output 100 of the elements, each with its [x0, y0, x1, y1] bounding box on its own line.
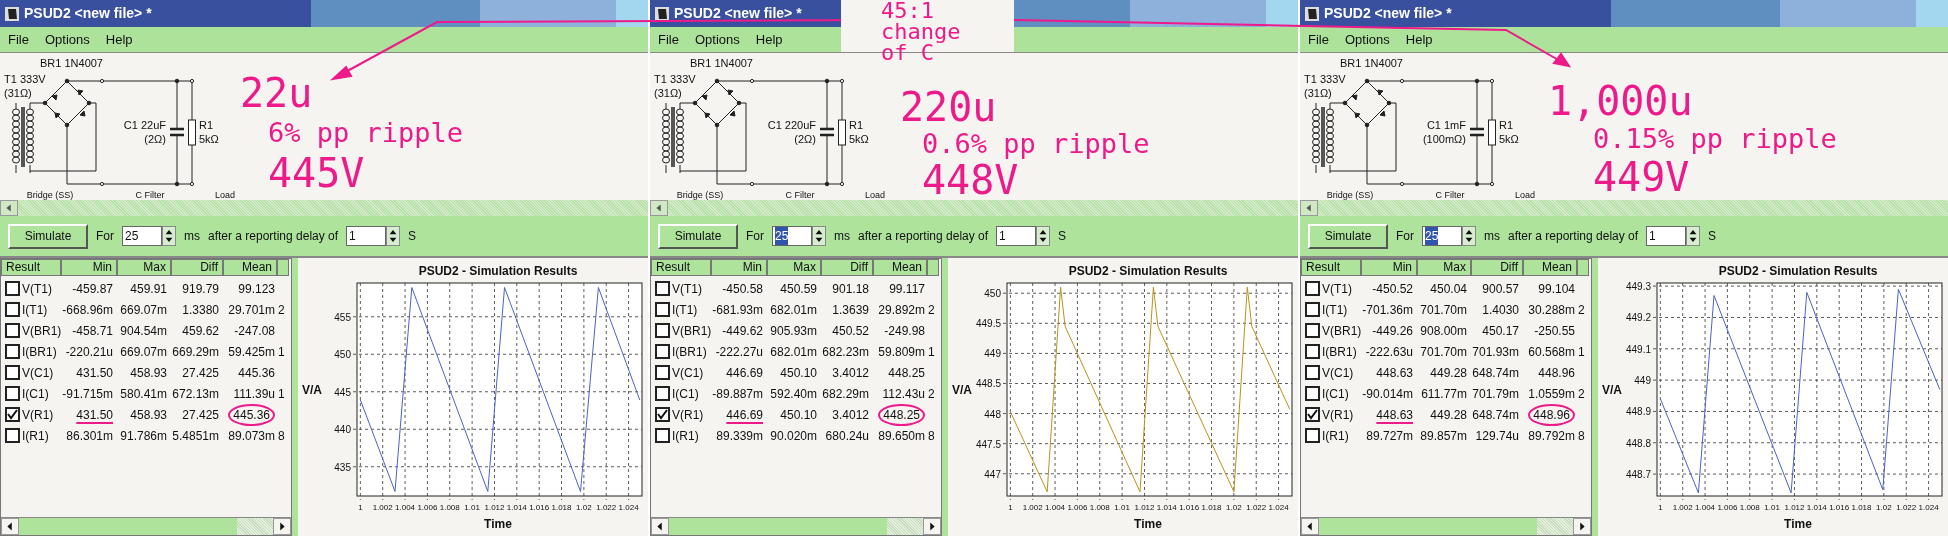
checkbox[interactable]: [1305, 428, 1320, 443]
scroll-left-button[interactable]: [1, 518, 19, 535]
checkbox[interactable]: [1305, 407, 1320, 422]
column-header[interactable]: Diff: [821, 259, 873, 276]
column-header[interactable]: Diff: [171, 259, 223, 276]
checkbox[interactable]: [655, 302, 670, 317]
simulate-button[interactable]: Simulate: [1308, 223, 1388, 249]
checkbox[interactable]: [655, 365, 670, 380]
table-cell: 1.3380: [182, 302, 219, 317]
checkbox[interactable]: [5, 302, 20, 317]
junction-dot: [1474, 181, 1480, 187]
menu-item[interactable]: File: [8, 29, 29, 50]
horizontal-scrollbar[interactable]: [1, 517, 291, 535]
x-tick-label: 1.02: [576, 503, 592, 512]
checkbox[interactable]: [5, 386, 20, 401]
spin-button[interactable]: [386, 226, 401, 246]
menu-item[interactable]: Help: [1405, 29, 1433, 50]
junction-dot: [174, 78, 180, 84]
table-cell: 2: [1578, 302, 1585, 317]
column-header[interactable]: [1577, 259, 1589, 276]
checkbox[interactable]: [655, 281, 670, 296]
spin-button[interactable]: [162, 226, 176, 246]
scroll-left-button[interactable]: [1301, 518, 1319, 535]
horizontal-scrollbar[interactable]: [1301, 517, 1591, 535]
column-header[interactable]: Max: [117, 259, 171, 276]
column-header[interactable]: Mean: [1523, 259, 1577, 276]
scroll-right-button[interactable]: [923, 518, 941, 535]
spin-button[interactable]: [1036, 226, 1051, 246]
column-header[interactable]: [277, 259, 289, 276]
column-header[interactable]: Result: [651, 259, 711, 276]
scrollbar-thumb[interactable]: [1537, 518, 1573, 535]
duration-field[interactable]: 25: [1422, 226, 1462, 246]
column-header[interactable]: [927, 259, 939, 276]
checkbox[interactable]: [655, 386, 670, 401]
delay-field[interactable]: 1: [996, 226, 1037, 246]
column-header[interactable]: Result: [1, 259, 61, 276]
scroll-right-button[interactable]: [1573, 518, 1591, 535]
checkbox[interactable]: [655, 407, 670, 422]
checkbox[interactable]: [1305, 344, 1320, 359]
column-header[interactable]: Max: [767, 259, 821, 276]
simulate-button[interactable]: Simulate: [8, 223, 88, 249]
checkbox[interactable]: [5, 428, 20, 443]
checkbox[interactable]: [5, 407, 20, 422]
horizontal-scrollbar[interactable]: [1300, 200, 1948, 216]
checkbox[interactable]: [655, 344, 670, 359]
resistor-value: 5kΩ: [1499, 133, 1519, 145]
column-header[interactable]: Min: [61, 259, 117, 276]
duration-field[interactable]: 25: [772, 226, 812, 246]
spin-button[interactable]: [1462, 226, 1476, 246]
table-cell: 91.786m: [120, 428, 167, 443]
delay-field[interactable]: 1: [346, 226, 387, 246]
column-header[interactable]: Mean: [223, 259, 277, 276]
ripple-label: 0.15% pp ripple: [1593, 125, 1837, 152]
spin-button[interactable]: [812, 226, 826, 246]
table-cell: -89.887m: [712, 386, 763, 401]
unit-label: ms: [184, 228, 200, 245]
scrollbar-thumb[interactable]: [887, 518, 923, 535]
checkbox[interactable]: [5, 344, 20, 359]
x-axis-label: Time: [1784, 517, 1812, 531]
checkbox[interactable]: [1305, 281, 1320, 296]
column-header[interactable]: Min: [1361, 259, 1417, 276]
menu-item[interactable]: Options: [694, 29, 740, 50]
checkbox[interactable]: [5, 365, 20, 380]
horizontal-scrollbar[interactable]: [0, 200, 648, 216]
column-header[interactable]: Max: [1417, 259, 1471, 276]
column-header[interactable]: Result: [1301, 259, 1361, 276]
scrollbar-thumb[interactable]: [237, 518, 273, 535]
checkbox[interactable]: [1305, 365, 1320, 380]
column-header[interactable]: Min: [711, 259, 767, 276]
x-tick-label: 1.008: [439, 503, 460, 512]
spin-button[interactable]: [1686, 226, 1701, 246]
checkbox[interactable]: [655, 428, 670, 443]
checkbox[interactable]: [1305, 323, 1320, 338]
table-cell: 580.41m: [120, 386, 167, 401]
checkbox[interactable]: [1305, 302, 1320, 317]
table-cell: 905.93m: [770, 323, 817, 338]
menu-item[interactable]: File: [658, 29, 679, 50]
horizontal-scrollbar[interactable]: [650, 200, 1298, 216]
menu-item[interactable]: Options: [44, 29, 90, 50]
horizontal-scrollbar[interactable]: [651, 517, 941, 535]
checkbox[interactable]: [5, 281, 20, 296]
checkbox[interactable]: [5, 323, 20, 338]
menu-item[interactable]: File: [1308, 29, 1329, 50]
terminal: [839, 181, 845, 187]
menu-item[interactable]: Help: [755, 29, 783, 50]
simulate-button[interactable]: Simulate: [658, 223, 738, 249]
table-cell: 29.701m: [228, 302, 275, 317]
menu-item[interactable]: Help: [105, 29, 133, 50]
checkbox[interactable]: [1305, 386, 1320, 401]
column-header[interactable]: Mean: [873, 259, 927, 276]
delay-field[interactable]: 1: [1646, 226, 1687, 246]
menu-item[interactable]: Options: [1344, 29, 1390, 50]
table-cell: 445.36: [238, 365, 275, 380]
duration-field[interactable]: 25: [122, 226, 162, 246]
y-tick-label: 448.9: [1625, 406, 1651, 418]
scroll-left-button[interactable]: [651, 518, 669, 535]
checkbox[interactable]: [655, 323, 670, 338]
section-label: C Filter: [1435, 190, 1465, 200]
scroll-right-button[interactable]: [273, 518, 291, 535]
column-header[interactable]: Diff: [1471, 259, 1523, 276]
